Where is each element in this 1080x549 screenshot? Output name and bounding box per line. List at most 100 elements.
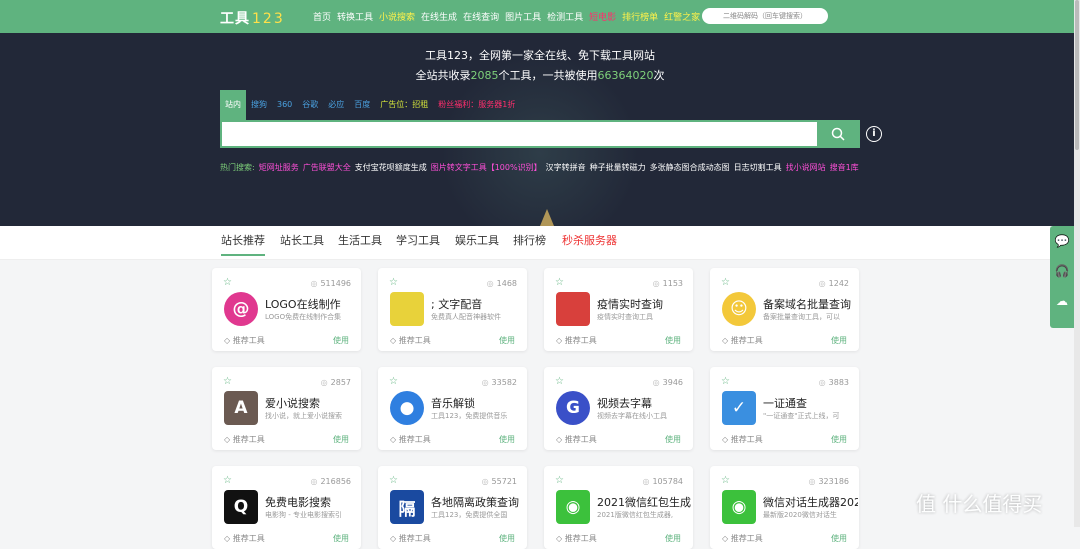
tool-title[interactable]: 备案域名批量查询	[763, 296, 851, 312]
tool-title[interactable]: 爱小说搜索	[265, 395, 320, 411]
tool-card[interactable]: ☆ ◎ 511496 @ LOGO在线制作 LOGO免费在线制作合集 ◇ 推荐工具 使用	[212, 268, 361, 351]
star-icon[interactable]: ☆	[555, 376, 564, 387]
star-icon[interactable]: ☆	[223, 376, 232, 387]
use-button[interactable]: 使用	[499, 533, 515, 544]
tool-desc: 视频去字幕在线小工具	[597, 412, 667, 420]
search-button[interactable]	[817, 122, 858, 146]
search-tab[interactable]: 搜狗	[246, 90, 272, 120]
headset-icon[interactable]: 🎧	[1050, 256, 1074, 286]
site-logo[interactable]: 工具 123	[220, 8, 285, 28]
hot-item[interactable]: 广告联盟大全	[303, 162, 351, 173]
tool-card[interactable]: ☆ ◎ 2857 A 爱小说搜索 找小说，就上爱小说搜索 ◇ 推荐工具 使用	[212, 367, 361, 450]
recommend-tag: ◇ 推荐工具	[390, 534, 431, 543]
use-button[interactable]: 使用	[333, 335, 349, 346]
category-tab[interactable]: 娱乐工具	[455, 232, 499, 248]
ad-link[interactable]: 广告位：招租	[375, 90, 433, 120]
star-icon[interactable]: ☆	[389, 277, 398, 288]
tool-card[interactable]: ☆ ◎ 3946 G 视频去字幕 视频去字幕在线小工具 ◇ 推荐工具 使用	[544, 367, 693, 450]
star-icon[interactable]: ☆	[223, 475, 232, 486]
use-button[interactable]: 使用	[831, 335, 847, 346]
info-icon[interactable]: i	[866, 126, 882, 142]
use-button[interactable]: 使用	[665, 335, 681, 346]
nav-item[interactable]: 检测工具	[547, 10, 583, 23]
nav-item[interactable]: 转换工具	[337, 10, 373, 23]
use-button[interactable]: 使用	[665, 434, 681, 445]
nav-item[interactable]: 短电影	[589, 10, 616, 23]
category-tab[interactable]: 秒杀服务器	[562, 232, 617, 248]
tool-card[interactable]: ☆ ◎ 216856 Q 免费电影搜索 电影狗 - 专业电影搜索引 ◇ 推荐工具 使用	[212, 466, 361, 549]
hot-item[interactable]: 搜音1库	[830, 162, 859, 173]
top-search-input[interactable]: 二维码解码（回车键搜索）	[702, 8, 828, 24]
tool-card[interactable]: ☆ ◎ 1242 ☺ 备案域名批量查询 备案批量查询工具，可以 ◇ 推荐工具 使用	[710, 268, 859, 351]
scrollbar-thumb[interactable]	[1075, 0, 1079, 150]
nav-item[interactable]: 在线生成	[421, 10, 457, 23]
use-button[interactable]: 使用	[831, 533, 847, 544]
tool-icon	[390, 292, 424, 326]
hot-item[interactable]: 矩网址服务	[259, 162, 299, 173]
tool-card[interactable]: ☆ ◎ 3883 ✓ 一证通查 "一证通查"正式上线，可 ◇ 推荐工具 使用	[710, 367, 859, 450]
view-count: ◎ 1153	[653, 279, 683, 288]
wechat-icon[interactable]: 💬	[1050, 226, 1074, 256]
tool-title[interactable]: 音乐解锁	[431, 395, 475, 411]
use-count: 66364020	[597, 69, 654, 82]
tool-title[interactable]: 微信对话生成器202	[763, 494, 858, 510]
scrollbar[interactable]	[1074, 0, 1080, 527]
star-icon[interactable]: ☆	[721, 475, 730, 486]
category-tab[interactable]: 学习工具	[396, 232, 440, 248]
tool-card[interactable]: ☆ ◎ 1468 ; 文字配音 免费真人配音神器软件 ◇ 推荐工具 使用	[378, 268, 527, 351]
category-tab[interactable]: 站长推荐	[221, 232, 265, 256]
search-tab[interactable]: 360	[272, 90, 297, 120]
tool-title[interactable]: 疫情实时查询	[597, 296, 663, 312]
search-tab[interactable]: 必应	[323, 90, 349, 120]
star-icon[interactable]: ☆	[555, 277, 564, 288]
use-button[interactable]: 使用	[333, 533, 349, 544]
eye-icon: ◎	[481, 378, 489, 387]
hot-item[interactable]: 多张静态图合成动态图	[650, 162, 730, 173]
hot-item[interactable]: 找小说网站	[786, 162, 826, 173]
search-tab[interactable]: 站内	[220, 90, 246, 120]
category-tab[interactable]: 站长工具	[280, 232, 324, 248]
tool-title[interactable]: LOGO在线制作	[265, 296, 341, 312]
star-icon[interactable]: ☆	[721, 376, 730, 387]
tool-title[interactable]: ; 文字配音	[431, 296, 482, 312]
tool-card[interactable]: ☆ ◎ 323186 ◉ 微信对话生成器202 最新版2020微信对话生 ◇ 推荐工具 使用	[710, 466, 859, 549]
star-icon[interactable]: ☆	[389, 475, 398, 486]
nav-item[interactable]: 首页	[313, 10, 331, 23]
use-button[interactable]: 使用	[333, 434, 349, 445]
use-button[interactable]: 使用	[499, 434, 515, 445]
hot-item[interactable]: 支付宝花呗额度生成	[355, 162, 427, 173]
star-icon[interactable]: ☆	[555, 475, 564, 486]
tool-card[interactable]: ☆ ◎ 1153 疫情实时查询 疫情实时查询工具 ◇ 推荐工具 使用	[544, 268, 693, 351]
star-icon[interactable]: ☆	[721, 277, 730, 288]
category-tab[interactable]: 生活工具	[338, 232, 382, 248]
cloud-icon[interactable]: ☁	[1050, 286, 1074, 316]
tool-title[interactable]: 视频去字幕	[597, 395, 652, 411]
category-tab[interactable]: 排行榜	[513, 232, 546, 248]
nav-item[interactable]: 图片工具	[505, 10, 541, 23]
nav-item[interactable]: 红警之家	[664, 10, 700, 23]
search-box[interactable]	[220, 120, 860, 148]
tool-card[interactable]: ☆ ◎ 55721 隔各地隔离政策查询 工具123，免费提供全国 ◇ 推荐工具 使用	[378, 466, 527, 549]
tool-title[interactable]: 一证通查	[763, 395, 807, 411]
nav-item[interactable]: 排行榜单	[622, 10, 658, 23]
search-tab[interactable]: 谷歌	[297, 90, 323, 120]
star-icon[interactable]: ☆	[223, 277, 232, 288]
search-tab[interactable]: 百度	[349, 90, 375, 120]
tool-card[interactable]: ☆ ◎ 33582 ● 音乐解锁 工具123，免费提供音乐 ◇ 推荐工具 使用	[378, 367, 527, 450]
use-button[interactable]: 使用	[831, 434, 847, 445]
tool-title[interactable]: 免费电影搜索	[265, 494, 331, 510]
nav-item[interactable]: 在线查询	[463, 10, 499, 23]
hot-item[interactable]: 汉字转拼音	[546, 162, 586, 173]
tool-title[interactable]: 各地隔离政策查询	[431, 494, 519, 510]
view-count: ◎ 323186	[808, 477, 849, 486]
hot-item[interactable]: 日志切割工具	[734, 162, 782, 173]
use-button[interactable]: 使用	[665, 533, 681, 544]
use-button[interactable]: 使用	[499, 335, 515, 346]
promo-link[interactable]: 粉丝福利：服务器1折	[433, 90, 520, 120]
hot-item[interactable]: 图片转文字工具【100%识别】	[431, 162, 542, 173]
hot-item[interactable]: 种子批量转磁力	[590, 162, 646, 173]
nav-item[interactable]: 小说搜索	[379, 10, 415, 23]
tool-title[interactable]: 2021微信红包生成	[597, 494, 691, 510]
tool-card[interactable]: ☆ ◎ 105784 ◉ 2021微信红包生成 2021版微信红包生成器, ◇ 推荐工具 使用	[544, 466, 693, 549]
star-icon[interactable]: ☆	[389, 376, 398, 387]
